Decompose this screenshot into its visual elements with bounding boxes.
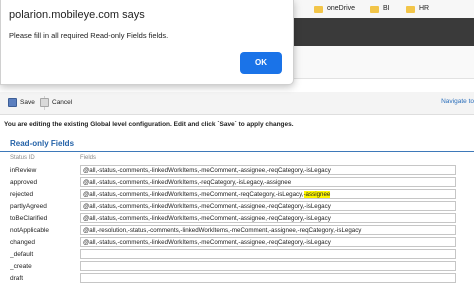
navigate-link[interactable]: Navigate to bbox=[441, 98, 474, 105]
fields-input[interactable]: @all,-status,-comments,-linkedWorkItems,… bbox=[80, 213, 456, 223]
fields-input[interactable]: @all,-status,-comments,-linkedWorkItems,… bbox=[80, 177, 456, 187]
column-header-status: Status ID bbox=[10, 155, 35, 161]
table-header: Status ID Fields bbox=[10, 155, 96, 161]
highlighted-text: -assignee bbox=[303, 191, 331, 198]
fields-input[interactable] bbox=[80, 261, 456, 271]
table-row: partlyAgreed @all,-status,-comments,-lin… bbox=[10, 201, 458, 212]
table-row: draft bbox=[10, 273, 458, 284]
status-id: approved bbox=[10, 179, 38, 186]
bookmark-hr[interactable]: HR bbox=[406, 4, 429, 14]
folder-icon bbox=[406, 5, 415, 13]
status-id: _create bbox=[10, 263, 32, 270]
dialog-message: Please fill in all required Read-only Fi… bbox=[9, 31, 169, 40]
status-id: draft bbox=[10, 275, 24, 282]
cancel-icon bbox=[40, 97, 49, 107]
toolbar: Save Cancel Navigate to bbox=[0, 92, 474, 115]
fields-input[interactable] bbox=[80, 249, 456, 259]
table-row: changed @all,-status,-comments,-linkedWo… bbox=[10, 237, 458, 248]
status-id: _default bbox=[10, 251, 34, 258]
status-id: notApplicable bbox=[10, 227, 50, 234]
cancel-button[interactable]: Cancel bbox=[40, 97, 72, 109]
table-row: _default bbox=[10, 249, 458, 260]
fields-input[interactable]: @all,-status,-comments,-linkedWorkItems,… bbox=[80, 201, 456, 211]
column-header-fields: Fields bbox=[80, 155, 97, 161]
folder-icon bbox=[314, 5, 323, 13]
status-id: toBeClarified bbox=[10, 215, 48, 222]
save-button[interactable]: Save bbox=[8, 97, 35, 109]
table-row: approved @all,-status,-comments,-linkedW… bbox=[10, 177, 458, 188]
status-id: changed bbox=[10, 239, 35, 246]
table-row: inReview @all,-status,-comments,-linkedW… bbox=[10, 165, 458, 176]
fields-input[interactable]: @all,-status,-comments,-linkedWorkItems,… bbox=[80, 189, 456, 199]
folder-icon bbox=[370, 5, 379, 13]
ok-button[interactable]: OK bbox=[240, 52, 282, 74]
bookmark-onedrive[interactable]: oneDrive bbox=[314, 4, 355, 14]
status-id: rejected bbox=[10, 191, 34, 198]
fields-input[interactable] bbox=[80, 273, 456, 283]
table-row: toBeClarified @all,-status,-comments,-li… bbox=[10, 213, 458, 224]
fields-input[interactable]: @all,-status,-comments,-linkedWorkItems,… bbox=[80, 165, 456, 175]
dialog-title: polarion.mobileye.com says bbox=[9, 9, 145, 21]
table-row: rejected @all,-status,-comments,-linkedW… bbox=[10, 189, 458, 200]
fields-input[interactable]: @all,-status,-comments,-linkedWorkItems,… bbox=[80, 237, 456, 247]
table-row: _create bbox=[10, 261, 458, 272]
status-id: partlyAgreed bbox=[10, 203, 47, 210]
section-title: Read-only Fields bbox=[10, 139, 75, 148]
fields-input[interactable]: @all,-resolution,-status,-comments,-link… bbox=[80, 225, 456, 235]
alert-dialog: polarion.mobileye.com says Please fill i… bbox=[0, 0, 294, 85]
section-divider bbox=[0, 151, 474, 152]
save-icon bbox=[8, 97, 17, 107]
info-message: You are editing the existing Global leve… bbox=[4, 121, 294, 128]
status-id: inReview bbox=[10, 167, 37, 174]
bookmark-bi[interactable]: BI bbox=[370, 4, 390, 14]
table-row: notApplicable @all,-resolution,-status,-… bbox=[10, 225, 458, 236]
